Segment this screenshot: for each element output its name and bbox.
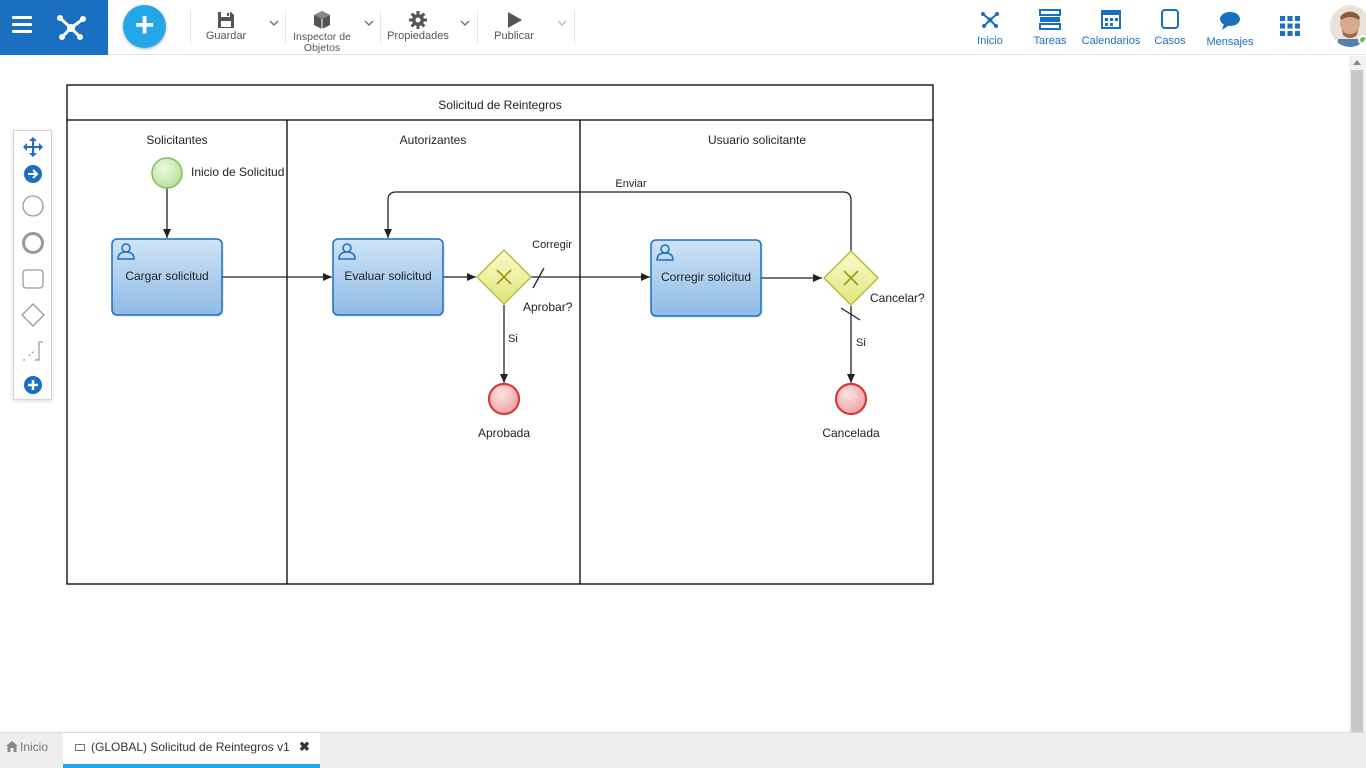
chevron-down-icon[interactable]: [458, 16, 472, 30]
start-event[interactable]: [151, 157, 183, 189]
home-logo-icon: [981, 12, 999, 28]
pool[interactable]: [66, 84, 934, 585]
task-evaluar-solicitud[interactable]: Evaluar solicitud: [332, 238, 445, 317]
pool-title: Solicitud de Reintegros: [438, 98, 561, 112]
lane-autorizantes[interactable]: Autorizantes: [400, 133, 467, 147]
cases-icon: [1161, 9, 1179, 29]
nav-cases[interactable]: Casos: [1150, 0, 1190, 55]
nav-cases-label: Casos: [1154, 35, 1186, 47]
move-tool-icon[interactable]: [21, 135, 45, 159]
diagram-tab-icon: [75, 744, 85, 751]
tab-document-label: (GLOBAL) Solicitud de Reintegros v1: [91, 740, 290, 754]
hamburger-menu-icon[interactable]: [12, 16, 32, 34]
chevron-down-icon[interactable]: [267, 16, 281, 30]
save-button[interactable]: Guardar: [196, 0, 256, 55]
app-logo-icon[interactable]: [52, 8, 90, 46]
nav-home[interactable]: Inicio: [968, 0, 1012, 55]
start-event-tool-icon[interactable]: [21, 194, 45, 218]
vertical-scrollbar[interactable]: [1349, 56, 1366, 732]
nav-messages-label: Mensajes: [1206, 36, 1254, 48]
nav-calendars-label: Calendarios: [1081, 35, 1141, 47]
lane-solicitantes[interactable]: Solicitantes: [146, 133, 207, 147]
end-event-aprobada[interactable]: [487, 382, 521, 416]
home-icon: [6, 741, 18, 752]
inspector-label: Inspector de Objetos: [293, 31, 351, 54]
task-cargar-solicitud[interactable]: Cargar solicitud: [111, 238, 224, 317]
start-event-label: Inicio de Solicitud: [191, 165, 284, 179]
chevron-down-icon[interactable]: [362, 16, 376, 30]
task-label: Cargar solicitud: [125, 269, 208, 283]
chat-bubble-icon: [1220, 12, 1240, 30]
shape-palette: [13, 130, 52, 400]
nav-messages[interactable]: Mensajes: [1204, 0, 1256, 55]
toolbar-separator: [380, 10, 381, 44]
diagram-canvas[interactable]: Solicitud de Reintegros Solicitantes Aut…: [0, 56, 1349, 732]
toolbar-separator: [477, 10, 478, 44]
arrow-right-circle-icon[interactable]: [21, 162, 45, 186]
tab-document[interactable]: (GLOBAL) Solicitud de Reintegros v1 ✖: [63, 733, 320, 768]
gateway-label: Cancelar?: [870, 291, 925, 305]
publish-label: Publicar: [494, 30, 534, 42]
task-label: Corregir solicitud: [661, 270, 751, 284]
play-icon: [508, 12, 522, 28]
scroll-up-icon[interactable]: [1353, 60, 1361, 65]
top-toolbar: + Guardar Inspector de Objetos Propiedad…: [0, 0, 1366, 55]
tab-bar: Inicio (GLOBAL) Solicitud de Reintegros …: [0, 732, 1366, 768]
add-button[interactable]: +: [123, 5, 166, 48]
task-tool-icon[interactable]: [21, 267, 45, 291]
task-corregir-solicitud[interactable]: Corregir solicitud: [650, 239, 763, 318]
cube-icon: [314, 11, 330, 29]
save-label: Guardar: [205, 30, 247, 42]
task-label: Evaluar solicitud: [344, 269, 431, 283]
toolbar-separator: [285, 10, 286, 44]
tab-home[interactable]: Inicio: [0, 733, 62, 768]
publish-button[interactable]: Publicar: [484, 0, 544, 55]
gear-icon: [409, 11, 427, 29]
close-tab-icon[interactable]: ✖: [299, 733, 310, 761]
flow-label-enviar: Enviar: [615, 178, 647, 190]
flow-label-si: Si: [856, 337, 866, 349]
brand-area: [0, 0, 108, 55]
floppy-disk-icon: [218, 12, 234, 28]
chevron-down-icon[interactable]: [555, 16, 569, 30]
toolbar-separator: [574, 10, 575, 44]
toolbar-separator: [190, 10, 191, 44]
lane-usuario-solicitante[interactable]: Usuario solicitante: [708, 133, 806, 147]
calendar-icon: [1101, 10, 1121, 29]
connector-tool-icon[interactable]: [21, 339, 45, 363]
bpmn-diagram[interactable]: Solicitud de Reintegros Solicitantes Aut…: [0, 56, 1349, 732]
flow-label-corregir: Corregir: [532, 239, 572, 251]
end-event-tool-icon[interactable]: [21, 231, 45, 255]
nav-calendars[interactable]: Calendarios: [1078, 0, 1144, 55]
properties-label: Propiedades: [387, 30, 449, 42]
end-event-label: Aprobada: [478, 426, 530, 440]
add-shape-icon[interactable]: [21, 373, 45, 397]
nav-tasks[interactable]: Tareas: [1028, 0, 1072, 55]
scrollbar-thumb[interactable]: [1351, 70, 1363, 732]
nav-tasks-label: Tareas: [1033, 35, 1067, 47]
apps-grid-icon[interactable]: [1280, 16, 1300, 36]
online-status-badge: [1358, 35, 1366, 45]
object-inspector-button[interactable]: Inspector de Objetos: [287, 0, 357, 55]
flow-label-si: Si: [508, 333, 518, 345]
gateway-tool-icon[interactable]: [21, 303, 45, 327]
gateway-label: Aprobar?: [523, 300, 573, 314]
properties-button[interactable]: Propiedades: [383, 0, 453, 55]
tab-home-label: Inicio: [20, 740, 49, 754]
nav-home-label: Inicio: [977, 35, 1003, 47]
end-event-cancelada[interactable]: [834, 382, 868, 416]
tasks-icon: [1039, 9, 1061, 30]
end-event-label: Cancelada: [822, 426, 880, 440]
avatar[interactable]: [1330, 5, 1366, 47]
